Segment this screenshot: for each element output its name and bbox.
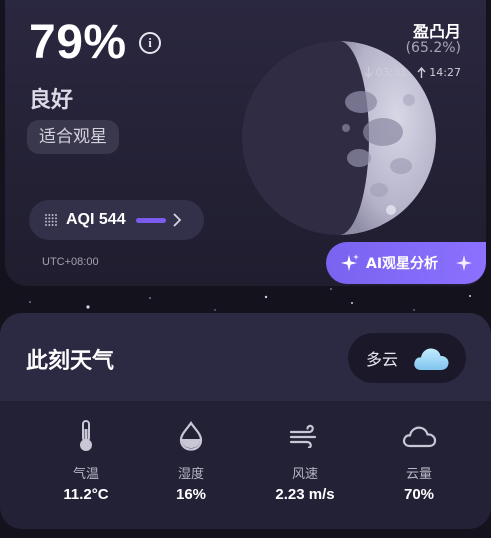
moonrise-time: 14:27 <box>417 66 461 79</box>
visibility-quality: 良好 <box>29 88 74 113</box>
metric-temperature: 气温 11.2°C <box>36 419 136 503</box>
arrow-up-icon <box>417 67 426 78</box>
aqi-label: AQI 544 <box>66 211 126 228</box>
visibility-percent: 79% <box>29 16 127 69</box>
metric-humidity: 湿度 16% <box>141 419 241 503</box>
arrow-down-icon <box>364 67 373 78</box>
weather-condition-badge[interactable]: 多云 <box>348 333 466 383</box>
sparkle-small-icon <box>456 255 472 271</box>
ai-button-label: AI观星分析 <box>366 256 439 272</box>
chevron-right-icon <box>172 213 181 227</box>
metric-value: 70% <box>403 486 435 503</box>
metric-wind-speed: 风速 2.23 m/s <box>255 419 355 503</box>
wind-icon <box>289 424 317 448</box>
metric-label: 风速 <box>291 467 318 482</box>
metric-label: 气温 <box>72 467 99 482</box>
recommendation-badge: 适合观星 <box>27 120 119 154</box>
moon-illumination: (65.2%) <box>405 40 461 56</box>
info-icon[interactable]: i <box>139 32 161 54</box>
metric-value: 16% <box>175 486 207 503</box>
metric-cloud-cover: 云量 70% <box>369 419 469 503</box>
moonrise-value: 14:27 <box>429 66 461 79</box>
aqi-button[interactable]: AQI 544 <box>29 200 204 240</box>
thermometer-icon <box>80 420 92 451</box>
cloud-icon <box>414 348 449 370</box>
humidity-drop-icon <box>179 421 203 451</box>
cloud-cover-icon <box>402 426 437 448</box>
metric-value: 2.23 m/s <box>275 486 335 503</box>
moonset-time: 03:31 <box>364 66 408 79</box>
timezone-label: UTC+08:00 <box>42 256 99 268</box>
moonset-value: 03:31 <box>375 66 408 79</box>
moon-times: 03:31 14:27 <box>364 66 461 79</box>
weather-title: 此刻天气 <box>26 349 115 374</box>
metric-value: 11.2°C <box>63 486 109 503</box>
metric-label: 云量 <box>405 467 432 482</box>
sparkle-icon <box>341 254 359 271</box>
metric-label: 湿度 <box>177 467 204 482</box>
current-weather-card: 此刻天气 多云 气温 11.2°C 湿度 16% 风速 2.23 m/s 云量 … <box>0 313 491 529</box>
moon-phase-name: 盈凸月 <box>412 22 461 41</box>
dot-grid-icon <box>45 214 57 226</box>
aqi-level-bar <box>135 217 166 223</box>
ai-stargazing-analysis-button[interactable]: AI观星分析 <box>326 242 486 284</box>
weather-condition-text: 多云 <box>366 350 399 369</box>
